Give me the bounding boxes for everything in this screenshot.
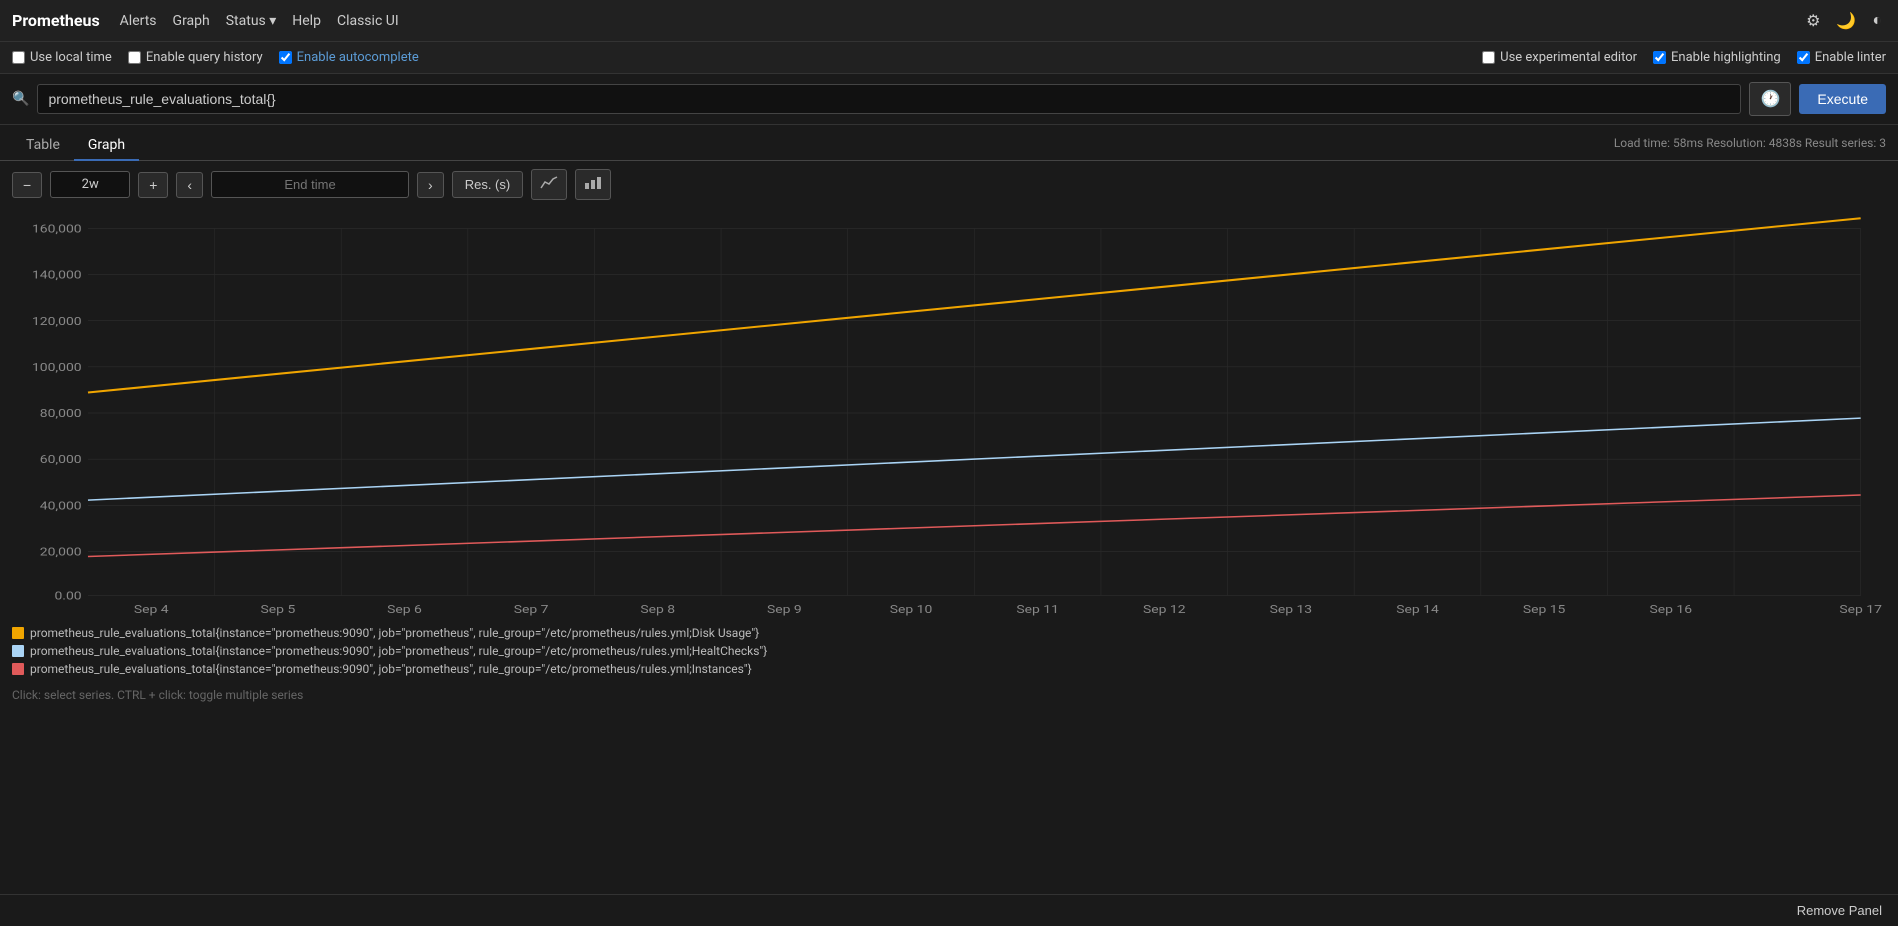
svg-text:Sep 14: Sep 14: [1396, 603, 1439, 616]
prev-time-button[interactable]: ‹: [176, 172, 203, 198]
search-bar: 🔍 🕐 Execute: [0, 74, 1898, 125]
svg-text:160,000: 160,000: [32, 223, 82, 236]
history-button[interactable]: 🕐: [1749, 82, 1791, 116]
legend-item-0[interactable]: prometheus_rule_evaluations_total{instan…: [12, 626, 1886, 640]
tab-table[interactable]: Table: [12, 131, 74, 161]
svg-text:80,000: 80,000: [40, 407, 82, 420]
svg-text:Sep 9: Sep 9: [767, 603, 802, 616]
legend-color-0: [12, 627, 24, 639]
nav-status-dropdown[interactable]: Status ▾: [226, 13, 277, 29]
app-title: Prometheus: [12, 11, 100, 30]
range-display: 2w: [50, 171, 130, 198]
svg-text:40,000: 40,000: [40, 500, 82, 513]
line-chart-button[interactable]: [531, 169, 567, 200]
legend-item-1[interactable]: prometheus_rule_evaluations_total{instan…: [12, 644, 1886, 658]
svg-text:0.00: 0.00: [55, 590, 82, 603]
chart-svg: 160,000 140,000 120,000 100,000 80,000 6…: [12, 208, 1886, 618]
options-right: Use experimental editor Enable highlight…: [1482, 50, 1886, 65]
legend-label-1: prometheus_rule_evaluations_total{instan…: [30, 644, 767, 658]
nav-classic-ui[interactable]: Classic UI: [337, 13, 399, 29]
line-chart-icon: [540, 175, 558, 191]
moon-icon[interactable]: 🌙: [1832, 7, 1860, 35]
nav-help[interactable]: Help: [292, 13, 321, 29]
svg-text:Sep 4: Sep 4: [134, 603, 169, 616]
svg-text:Sep 11: Sep 11: [1016, 603, 1059, 616]
svg-text:Sep 15: Sep 15: [1523, 603, 1566, 616]
svg-text:Sep 13: Sep 13: [1270, 603, 1313, 616]
execute-button[interactable]: Execute: [1799, 84, 1886, 114]
legend: prometheus_rule_evaluations_total{instan…: [0, 618, 1898, 684]
gear-icon[interactable]: ⚙: [1802, 7, 1824, 35]
enable-query-history-label[interactable]: Enable query history: [128, 50, 263, 65]
decrease-range-button[interactable]: −: [12, 172, 42, 198]
chart-wrap: 160,000 140,000 120,000 100,000 80,000 6…: [12, 208, 1886, 618]
svg-text:60,000: 60,000: [40, 453, 82, 466]
tab-bar: Table Graph Load time: 58ms Resolution: …: [0, 125, 1898, 161]
svg-text:Sep 10: Sep 10: [890, 603, 933, 616]
circle-icon[interactable]: ◐: [1868, 8, 1886, 34]
tab-meta: Load time: 58ms Resolution: 4838s Result…: [1614, 136, 1886, 156]
legend-hint: Click: select series. CTRL + click: togg…: [0, 684, 1898, 710]
enable-linter-checkbox[interactable]: [1797, 51, 1810, 64]
stacked-chart-icon: [584, 175, 602, 191]
next-time-button[interactable]: ›: [417, 172, 444, 198]
resolution-button[interactable]: Res. (s): [452, 171, 524, 198]
svg-text:140,000: 140,000: [32, 269, 82, 282]
svg-text:120,000: 120,000: [32, 315, 82, 328]
svg-text:Sep 16: Sep 16: [1649, 603, 1692, 616]
svg-text:Sep 7: Sep 7: [514, 603, 549, 616]
bottom-bar: Remove Panel: [0, 894, 1898, 926]
search-icon: 🔍: [12, 91, 29, 107]
svg-text:Sep 5: Sep 5: [261, 603, 296, 616]
enable-autocomplete-label[interactable]: Enable autocomplete: [279, 50, 419, 65]
legend-label-2: prometheus_rule_evaluations_total{instan…: [30, 662, 752, 676]
end-time-input[interactable]: [211, 171, 409, 198]
options-bar: Use local time Enable query history Enab…: [0, 42, 1898, 74]
enable-highlighting-label[interactable]: Enable highlighting: [1653, 50, 1781, 65]
use-experimental-editor-label[interactable]: Use experimental editor: [1482, 50, 1637, 65]
chart-container: 160,000 140,000 120,000 100,000 80,000 6…: [0, 208, 1898, 618]
tab-graph[interactable]: Graph: [74, 131, 139, 161]
svg-text:20,000: 20,000: [40, 546, 82, 559]
increase-range-button[interactable]: +: [138, 172, 168, 198]
svg-text:100,000: 100,000: [32, 361, 82, 374]
nav-graph[interactable]: Graph: [173, 13, 210, 29]
svg-text:Sep 6: Sep 6: [387, 603, 422, 616]
remove-panel-button[interactable]: Remove Panel: [1797, 903, 1882, 918]
use-local-time-label[interactable]: Use local time: [12, 50, 112, 65]
use-experimental-editor-checkbox[interactable]: [1482, 51, 1495, 64]
svg-text:Sep 12: Sep 12: [1143, 603, 1186, 616]
legend-color-1: [12, 645, 24, 657]
enable-linter-label[interactable]: Enable linter: [1797, 50, 1886, 65]
legend-label-0: prometheus_rule_evaluations_total{instan…: [30, 626, 759, 640]
nav-alerts[interactable]: Alerts: [120, 13, 157, 29]
stacked-chart-button[interactable]: [575, 169, 611, 200]
enable-highlighting-checkbox[interactable]: [1653, 51, 1666, 64]
graph-controls: − 2w + ‹ › Res. (s): [0, 161, 1898, 208]
svg-text:Sep 17: Sep 17: [1839, 603, 1882, 616]
enable-query-history-checkbox[interactable]: [128, 51, 141, 64]
search-input[interactable]: [37, 84, 1741, 114]
navbar: Prometheus Alerts Graph Status ▾ Help Cl…: [0, 0, 1898, 42]
legend-item-2[interactable]: prometheus_rule_evaluations_total{instan…: [12, 662, 1886, 676]
enable-autocomplete-checkbox[interactable]: [279, 51, 292, 64]
use-local-time-checkbox[interactable]: [12, 51, 25, 64]
navbar-right: ⚙ 🌙 ◐: [1802, 7, 1886, 35]
svg-text:Sep 8: Sep 8: [640, 603, 675, 616]
legend-color-2: [12, 663, 24, 675]
